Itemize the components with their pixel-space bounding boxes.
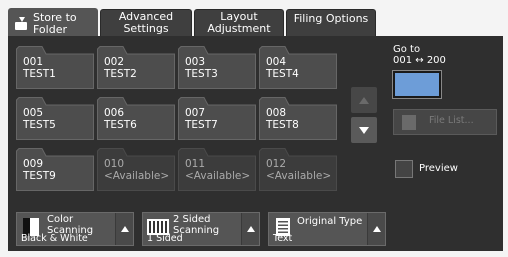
goto-button[interactable] [392,70,442,99]
folder-label: 009 TEST9 [23,158,56,182]
goto-title: Go to [393,44,421,55]
folder-label: 006 TEST6 [104,107,137,131]
folder-button-006[interactable]: 006 TEST6 [97,97,175,140]
up-arrow-icon [120,226,129,232]
folder-label: 005 TEST5 [23,107,56,131]
tab-label-line1: Filing Options [293,12,369,25]
folder-number: 008 [266,107,287,119]
folder-name: TEST1 [23,68,56,80]
folder-number: 003 [185,56,206,68]
folder-label: 002 TEST2 [104,56,137,80]
preview-checkbox[interactable] [395,160,413,178]
folder-number: 002 [104,56,125,68]
down-arrow-icon [359,126,369,134]
folder-button-003[interactable]: 003 TEST3 [178,46,256,89]
folder-label: 001 TEST1 [23,56,56,80]
folder-name: TEST2 [104,68,137,80]
up-arrow-icon [359,96,369,104]
two-sided-value: 1 Sided [147,233,183,244]
tab-advanced-settings[interactable]: Advanced Settings [100,9,192,36]
file-list-button[interactable]: File List... [393,109,497,135]
original-type-value: Text [273,233,293,244]
color-scanning-arrow[interactable] [115,213,133,245]
scroll-up-button[interactable] [351,87,377,113]
folder-button-009[interactable]: 009 TEST9 [16,148,94,191]
file-list-label: File List... [429,115,474,126]
folder-number: 001 [23,56,44,68]
folder-button-010[interactable]: 010 <Available> [97,148,175,191]
file-list-icon [402,115,416,130]
folder-label: 011 <Available> [185,158,250,182]
folder-label: 010 <Available> [104,158,169,182]
color-scanning-value: Black & White [21,233,88,244]
folder-label: 008 TEST8 [266,107,299,131]
folder-label: 003 TEST3 [185,56,218,80]
folder-label: 007 TEST7 [185,107,218,131]
original-type-title: Original Type [297,216,363,227]
folder-number: 005 [23,107,44,119]
folder-button-008[interactable]: 008 TEST8 [259,97,337,140]
folder-button-002[interactable]: 002 TEST2 [97,46,175,89]
two-sided-title-1: 2 Sided [173,214,211,225]
preview-toggle[interactable]: Preview [393,157,497,183]
folder-name: TEST3 [185,68,218,80]
up-arrow-icon [372,226,381,232]
folder-number: 009 [23,158,44,170]
folder-name: TEST6 [104,119,137,131]
folder-name: <Available> [185,170,251,182]
original-type-button[interactable]: Original Type Text [268,212,386,246]
folder-name: <Available> [104,170,170,182]
folder-button-007[interactable]: 007 TEST7 [178,97,256,140]
folder-label: 004 TEST4 [266,56,299,80]
folder-name: TEST9 [23,170,56,182]
folder-number: 010 [104,158,125,170]
tab-label-line1: Store to [33,10,77,24]
store-folder-icon [15,16,29,30]
tab-layout-adjustment[interactable]: Layout Adjustment [194,9,284,36]
folder-name: TEST4 [266,68,299,80]
folder-number: 006 [104,107,125,119]
tab-filing-options[interactable]: Filing Options [286,9,376,36]
folder-name: TEST7 [185,119,218,131]
folder-button-012[interactable]: 012 <Available> [259,148,337,191]
folder-button-004[interactable]: 004 TEST4 [259,46,337,89]
two-sided-scanning-button[interactable]: 2 Sided Scanning 1 Sided [142,212,260,246]
tab-label-line2: Folder [33,22,67,36]
folder-number: 011 [185,158,206,170]
folder-number: 012 [266,158,287,170]
folder-name: <Available> [266,170,332,182]
folder-button-005[interactable]: 005 TEST5 [16,97,94,140]
folder-label: 012 <Available> [266,158,331,182]
color-scanning-button[interactable]: Color Scanning Black & White [16,212,134,246]
folder-button-001[interactable]: 001 TEST1 [16,46,94,89]
tab-store-to-folder[interactable]: Store to Folder [8,8,98,38]
goto-range: 001 ↔ 200 [393,55,446,66]
goto-label: Go to 001 ↔ 200 [393,44,446,66]
original-type-arrow[interactable] [367,213,385,245]
folder-number: 004 [266,56,287,68]
tab-label-line2: Settings [123,22,169,35]
up-arrow-icon [246,226,255,232]
scroll-down-button[interactable] [351,117,377,143]
folder-number: 007 [185,107,206,119]
tab-label-line2: Adjustment [207,22,271,35]
two-sided-arrow[interactable] [241,213,259,245]
folder-name: TEST8 [266,119,299,131]
folder-name: TEST5 [23,119,56,131]
color-scanning-title-1: Color [47,214,74,225]
folder-button-011[interactable]: 011 <Available> [178,148,256,191]
preview-label: Preview [419,163,458,174]
tab-bar: Store to Folder Advanced Settings Layout… [0,0,508,38]
